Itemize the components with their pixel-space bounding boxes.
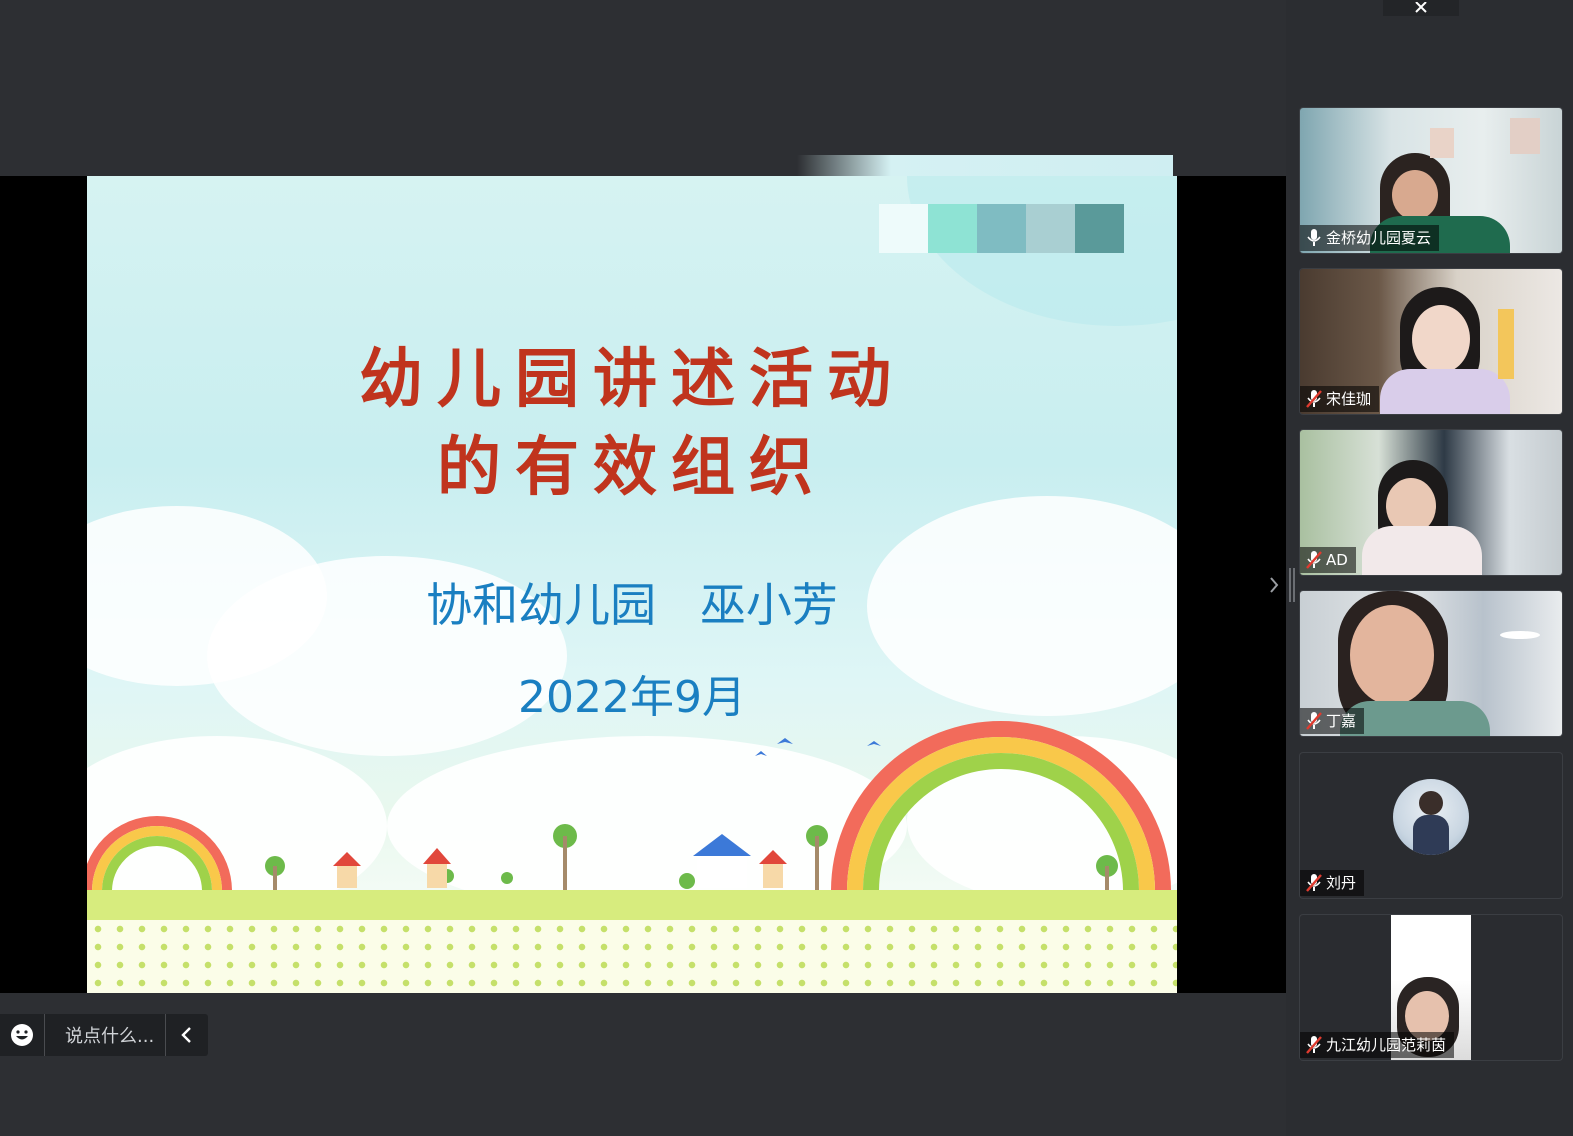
participant-label: 丁嘉 [1300,708,1365,734]
chat-input[interactable]: 说点什么... [45,1022,165,1048]
participant-tile[interactable]: 刘丹 [1300,753,1562,898]
avatar [1393,779,1469,855]
slide-presenter: 协和幼儿园 巫小芳 [426,578,838,632]
participant-name: 刘丹 [1326,874,1357,892]
participant-name: 丁嘉 [1326,712,1357,730]
participant-tile[interactable]: AD [1300,430,1562,575]
participant-tile[interactable]: 丁嘉 [1300,591,1562,736]
microphone-muted-icon [1306,551,1322,569]
trees-illustration [265,824,1118,891]
main-stage: 幼儿园讲述活动 的有效组织 协和幼儿园 巫小芳 2022年9月 说点什么... [0,0,1286,1136]
chevron-left-icon [181,1027,191,1043]
participant-name: 金桥幼儿园夏云 [1326,229,1432,247]
landscape-illustration [87,721,1171,892]
microphone-muted-icon [1306,1036,1322,1054]
color-swatch [928,204,977,253]
microphone-muted-icon [1306,390,1322,408]
slide-title: 幼儿园讲述活动 的有效组织 [87,336,1177,512]
chevron-right-icon [1270,577,1279,593]
participant-label: 刘丹 [1300,870,1365,896]
resize-handle[interactable] [1289,568,1291,602]
participant-tile[interactable]: 九江幼儿园范莉茵 [1300,915,1562,1060]
participant-name: 宋佳珈 [1326,390,1372,408]
collapse-chat-button[interactable] [165,1014,208,1056]
participants-panel: 金桥幼儿园夏云 宋佳珈 AD 丁嘉 刘丹 九江幼儿园范莉茵 [1270,0,1573,1136]
presentation-slide: 幼儿园讲述活动 的有效组织 协和幼儿园 巫小芳 2022年9月 [87,176,1177,993]
ground-strip [87,890,1177,920]
microphone-muted-icon [1306,712,1322,730]
emoji-button[interactable] [0,1014,45,1056]
microphone-icon [1307,229,1321,246]
birds-illustration [755,738,881,756]
color-swatch [879,204,928,253]
slide-title-line-1: 幼儿园讲述活动 [359,342,905,417]
participant-tile[interactable]: 宋佳珈 [1300,269,1562,414]
chat-bar: 说点什么... [0,1014,208,1056]
collapse-panel-button[interactable] [1266,570,1282,600]
participant-name: AD [1326,551,1348,569]
microphone-muted-icon [1306,874,1322,892]
participant-tile[interactable]: 金桥幼儿园夏云 [1300,108,1562,253]
color-swatch [1075,204,1124,253]
slide-top-strip [797,155,1173,177]
small-rainbow-illustration [87,816,232,892]
participant-label: 宋佳珈 [1300,386,1380,412]
emoji-icon [11,1024,33,1046]
participant-label: AD [1300,547,1356,573]
participant-label: 金桥幼儿园夏云 [1300,225,1440,251]
close-icon [1415,2,1427,13]
color-swatch [1026,204,1075,253]
slide-title-line-2: 的有效组织 [437,430,827,505]
dotted-ground-pattern [87,920,1177,993]
close-panel-button[interactable] [1383,0,1459,16]
color-swatch [977,204,1026,253]
participant-name: 九江幼儿园范莉茵 [1326,1036,1447,1054]
participant-label: 九江幼儿园范莉茵 [1300,1032,1455,1058]
